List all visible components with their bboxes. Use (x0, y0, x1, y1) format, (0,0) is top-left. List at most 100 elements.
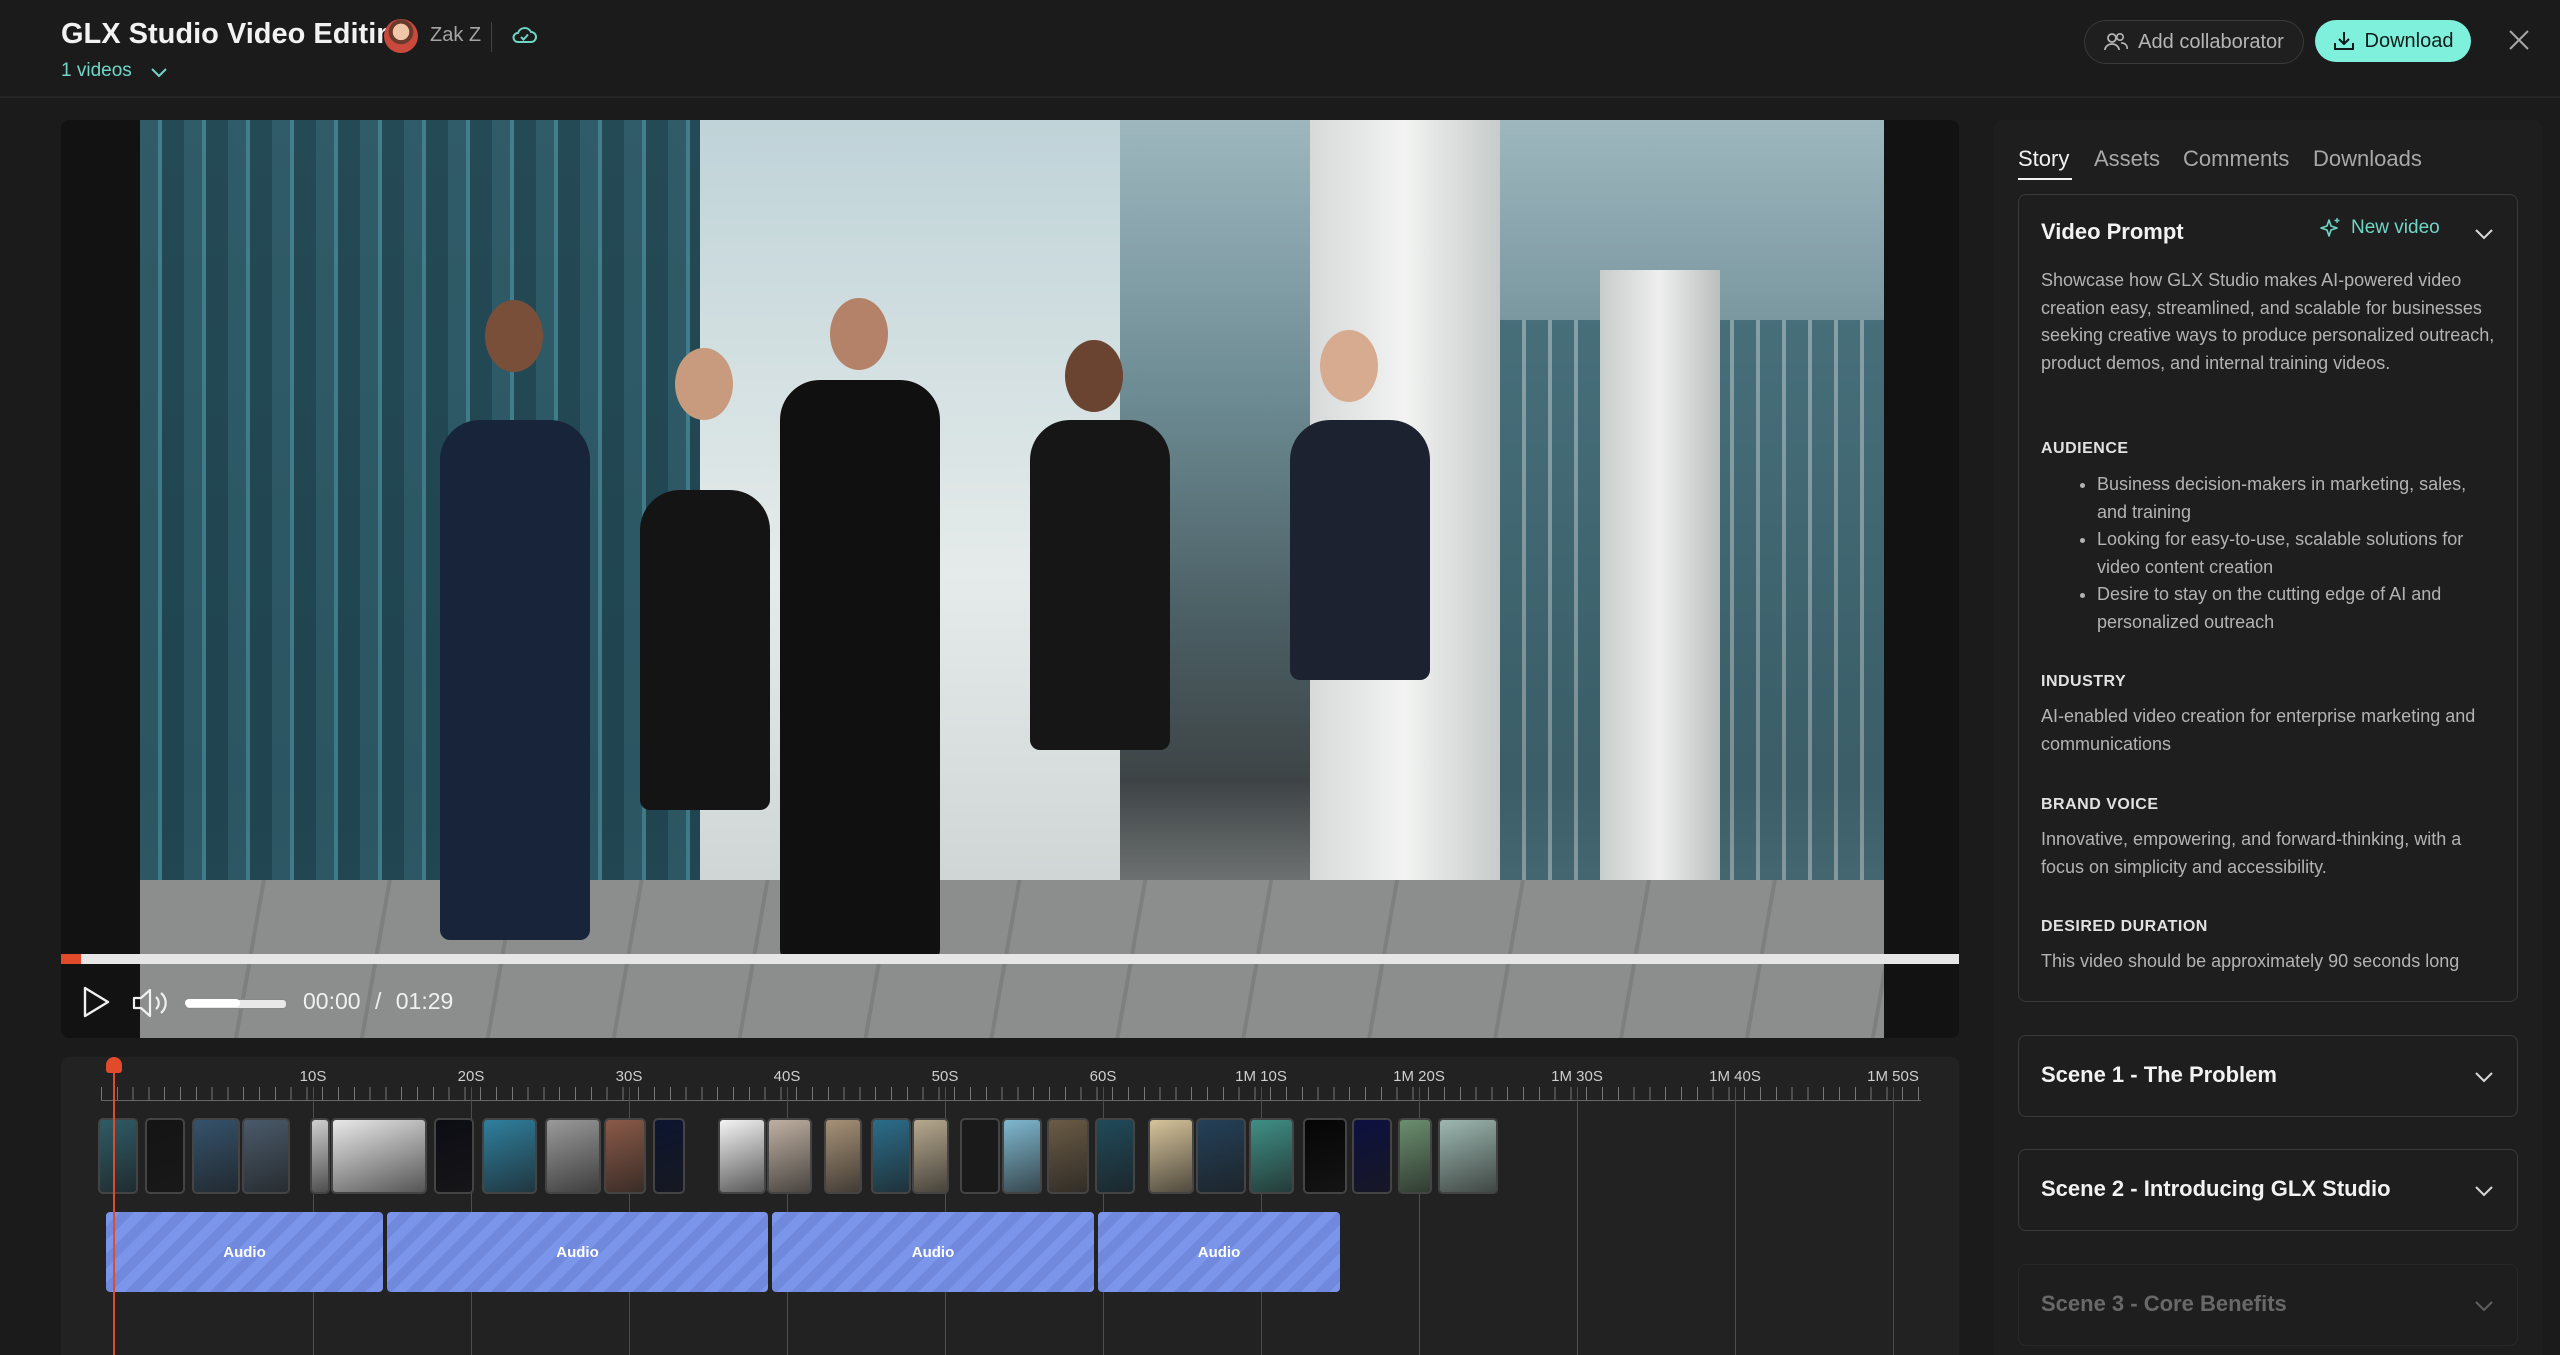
top-bar: GLX Studio Video Editing Zak Z 1 videos … (0, 0, 2560, 98)
project-title: GLX Studio Video Editing (61, 18, 412, 50)
tab-comments[interactable]: Comments (2183, 146, 2289, 172)
video-clip-thumbnail[interactable] (767, 1118, 812, 1194)
timeline-tick-label: 40S (773, 1068, 801, 1085)
chevron-down-icon[interactable] (2474, 1071, 2494, 1083)
add-collaborator-label: Add collaborator (2138, 30, 2284, 53)
video-clip-thumbnail[interactable] (653, 1118, 685, 1194)
duration-heading: DESIRED DURATION (2041, 918, 2208, 935)
header-divider (491, 22, 492, 52)
timeline-tick-label: 50S (931, 1068, 959, 1085)
chevron-down-icon[interactable] (2474, 228, 2494, 240)
time-display: 00:00 / 01:29 (303, 988, 453, 1015)
video-clip-thumbnail[interactable] (434, 1118, 474, 1194)
audience-heading: AUDIENCE (2041, 440, 2129, 457)
timeline-tick-label: 1M 50S (1867, 1068, 1919, 1085)
audience-list: Business decision-makers in marketing, s… (2041, 471, 2501, 636)
seek-bar[interactable] (61, 954, 1959, 964)
scene-card-3[interactable]: Scene 3 - Core Benefits (2018, 1264, 2518, 1346)
video-clip-thumbnail[interactable] (718, 1118, 766, 1194)
scene-card-1[interactable]: Scene 1 - The Problem (2018, 1035, 2518, 1117)
audio-clip[interactable]: Audio (106, 1212, 383, 1292)
tab-story[interactable]: Story (2018, 146, 2069, 172)
timeline-ruler[interactable] (101, 1087, 1921, 1101)
scene-title: Scene 2 - Introducing GLX Studio (2041, 1176, 2391, 1201)
volume-icon[interactable] (131, 986, 171, 1020)
sparkle-icon (2320, 218, 2340, 237)
volume-slider-level (185, 999, 240, 1007)
timeline-tick-label: 20S (457, 1068, 485, 1085)
video-scene-person (1290, 420, 1430, 680)
tab-downloads[interactable]: Downloads (2313, 146, 2422, 172)
video-clip-thumbnail[interactable] (960, 1118, 1000, 1194)
brand-voice-text: Innovative, empowering, and forward-thin… (2041, 829, 2462, 877)
video-frame[interactable] (140, 120, 1884, 1038)
video-clip-thumbnail[interactable] (1398, 1118, 1432, 1194)
audience-item: Desire to stay on the cutting edge of AI… (2097, 581, 2501, 636)
timeline[interactable]: 10S 20S 30S 40S 50S 60S 1M 10S 1M 20S 1M 30S 1M 4… (61, 1057, 1959, 1355)
audio-clip[interactable]: Audio (772, 1212, 1094, 1292)
timeline-tick-label: 60S (1089, 1068, 1117, 1085)
add-collaborator-button[interactable]: Add collaborator (2084, 20, 2304, 64)
audio-clip[interactable]: Audio (387, 1212, 768, 1292)
tab-assets[interactable]: Assets (2094, 146, 2160, 172)
video-clip-thumbnail[interactable] (482, 1118, 537, 1194)
users-icon (2104, 32, 2129, 51)
video-clip-thumbnail[interactable] (1095, 1118, 1135, 1194)
video-clip-thumbnail[interactable] (145, 1118, 185, 1194)
video-clip-thumbnail[interactable] (1002, 1118, 1042, 1194)
video-clip-thumbnail[interactable] (1438, 1118, 1498, 1194)
video-clip-thumbnail[interactable] (1196, 1118, 1246, 1194)
new-video-button[interactable]: New video (2319, 217, 2440, 239)
video-clip-thumbnail[interactable] (242, 1118, 290, 1194)
video-clip-thumbnail[interactable] (824, 1118, 862, 1194)
video-scene-person-head (1320, 330, 1378, 402)
duration-text: This video should be approximately 90 se… (2041, 951, 2460, 971)
chevron-down-icon[interactable] (150, 65, 168, 79)
brand-voice-heading: BRAND VOICE (2041, 796, 2159, 813)
timeline-tick-label: 1M 30S (1551, 1068, 1603, 1085)
playhead-handle[interactable] (106, 1057, 122, 1073)
timeline-tick-label: 1M 40S (1709, 1068, 1761, 1085)
video-clip-thumbnail[interactable] (871, 1118, 911, 1194)
video-scene-person (1030, 420, 1170, 750)
scene-card-2[interactable]: Scene 2 - Introducing GLX Studio (2018, 1149, 2518, 1231)
video-clip-thumbnail[interactable] (604, 1118, 646, 1194)
video-clip-thumbnail[interactable] (331, 1118, 427, 1194)
chevron-down-icon[interactable] (2474, 1185, 2494, 1197)
industry-text: AI-enabled video creation for enterprise… (2041, 706, 2476, 754)
video-scene-person-head (675, 348, 733, 420)
close-icon[interactable] (2506, 27, 2532, 53)
video-clip-thumbnail[interactable] (1303, 1118, 1347, 1194)
playhead[interactable] (113, 1067, 115, 1355)
avatar[interactable] (384, 19, 418, 53)
video-clip-thumbnail[interactable] (98, 1118, 138, 1194)
industry-heading: INDUSTRY (2041, 673, 2127, 690)
video-clip-thumbnail[interactable] (1352, 1118, 1392, 1194)
chevron-down-icon[interactable] (2474, 1300, 2494, 1312)
timeline-tick-label: 1M 20S (1393, 1068, 1445, 1085)
video-scene-person-head (485, 300, 543, 372)
play-icon[interactable] (81, 985, 111, 1019)
timeline-ruler-baseline (101, 1100, 1921, 1101)
video-clip-thumbnail[interactable] (310, 1118, 330, 1194)
video-clip-thumbnail[interactable] (1047, 1118, 1089, 1194)
video-scene-person (780, 380, 940, 960)
video-scene-person (640, 490, 770, 810)
video-clip-thumbnail[interactable] (192, 1118, 240, 1194)
video-clip-thumbnail[interactable] (912, 1118, 949, 1194)
video-scene-person (440, 420, 590, 940)
download-button[interactable]: Download (2315, 20, 2471, 62)
video-scene-pillar (1600, 270, 1720, 950)
duration: 01:29 (395, 988, 454, 1014)
timeline-grid-line (1577, 1087, 1578, 1355)
timeline-grid-line (1735, 1087, 1736, 1355)
videos-count-dropdown[interactable]: 1 videos (61, 60, 132, 82)
timeline-tick-label: 10S (299, 1068, 327, 1085)
video-clip-thumbnail[interactable] (1148, 1118, 1194, 1194)
video-clip-thumbnail[interactable] (545, 1118, 601, 1194)
video-clip-thumbnail[interactable] (1249, 1118, 1294, 1194)
scene-title: Scene 3 - Core Benefits (2041, 1291, 2287, 1316)
audio-clip[interactable]: Audio (1098, 1212, 1340, 1292)
cloud-sync-icon[interactable] (511, 24, 537, 46)
time-separator: / (374, 988, 382, 1014)
